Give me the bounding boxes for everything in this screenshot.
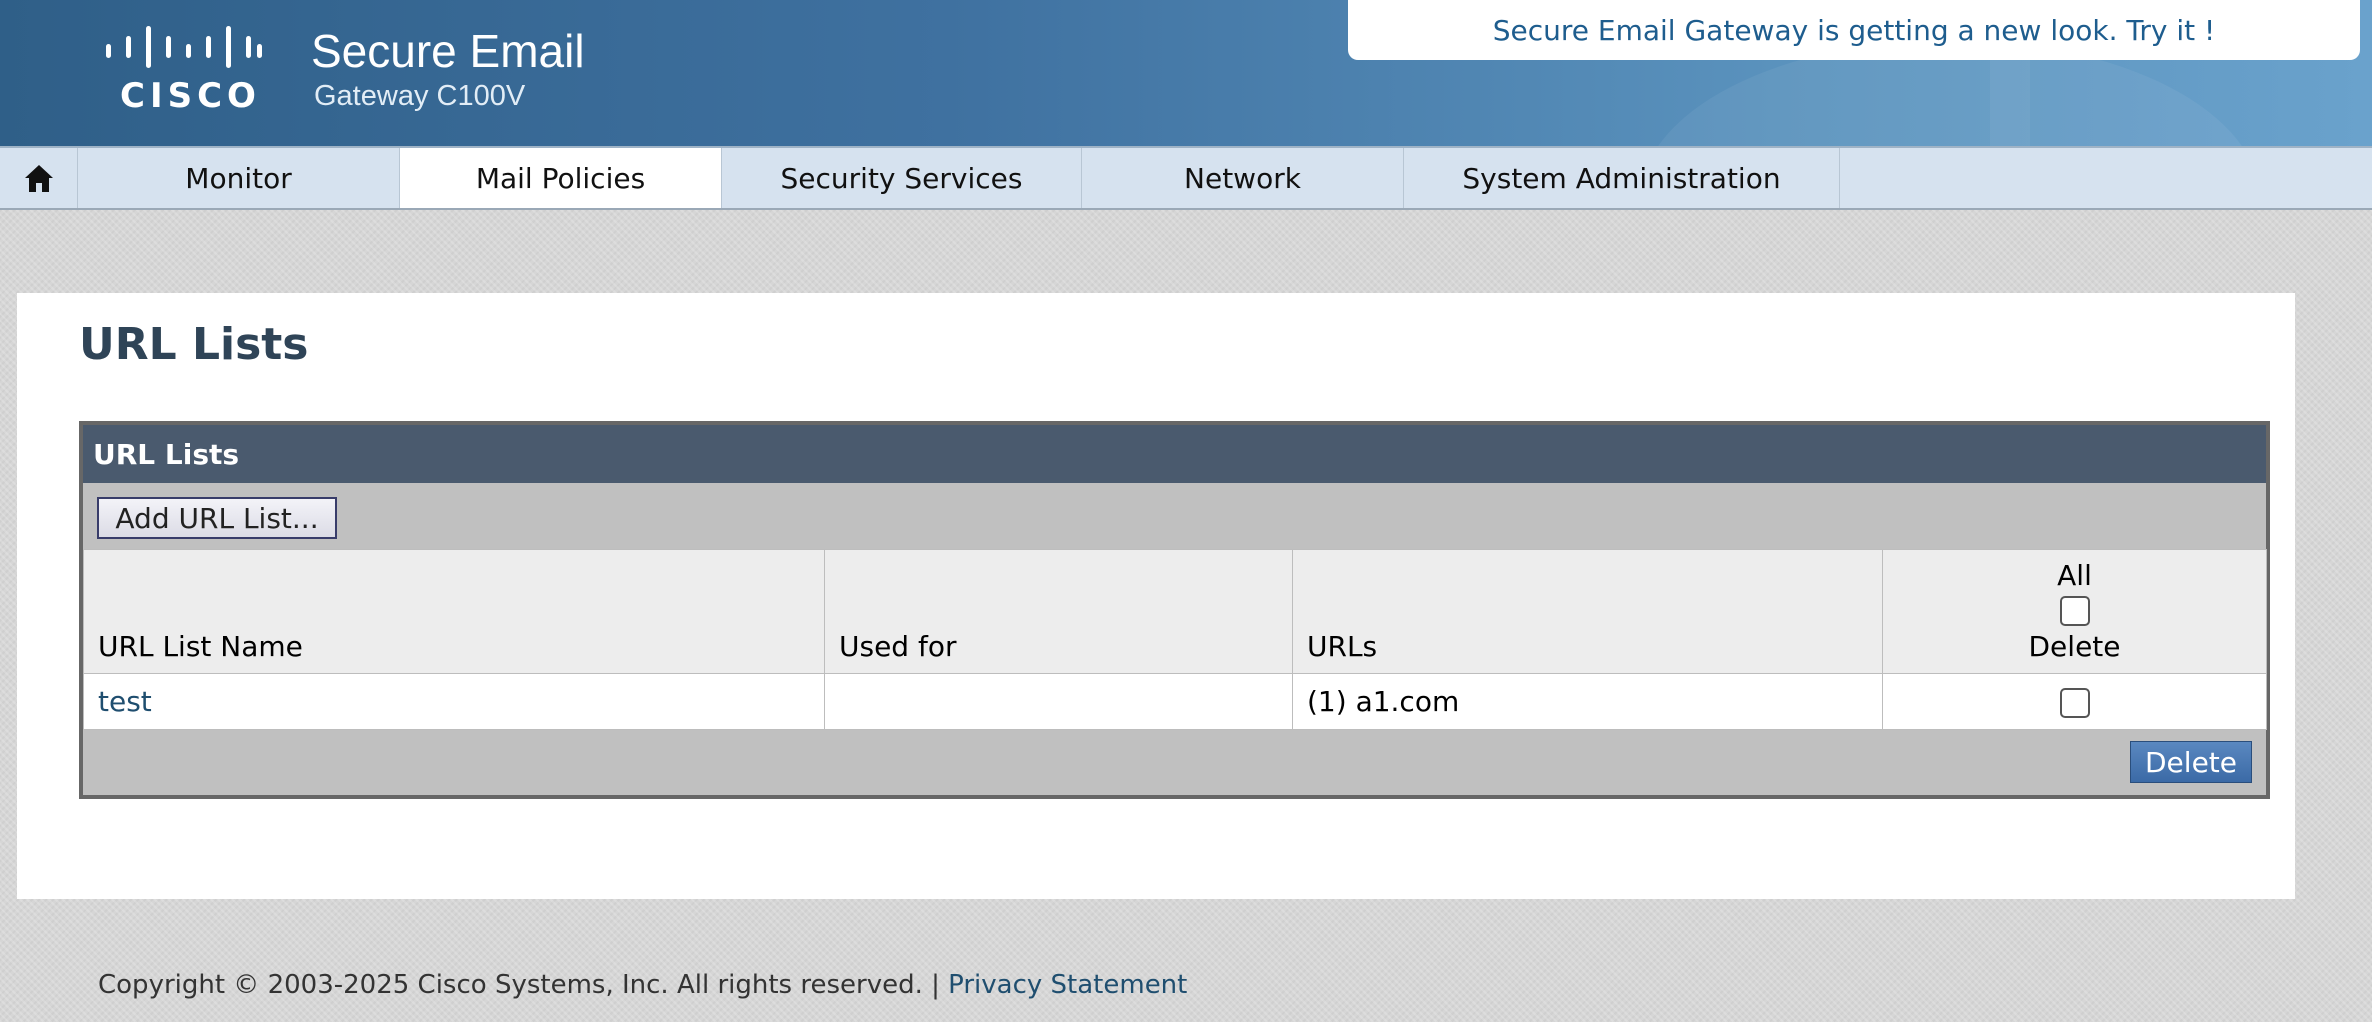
url-lists-box: URL Lists Add URL List... URL List Name …: [79, 421, 2270, 799]
app-header: CISCO Secure Email Gateway C100V Secure …: [0, 0, 2372, 146]
delete-button[interactable]: Delete: [2130, 741, 2252, 783]
privacy-statement-link[interactable]: Privacy Statement: [948, 970, 1187, 1000]
product-model: Gateway C100V: [314, 80, 526, 112]
column-header-urls: URLs: [1292, 549, 1883, 674]
cell-list-name: test: [83, 673, 825, 730]
new-look-banner[interactable]: Secure Email Gateway is getting a new lo…: [1348, 0, 2360, 60]
nav-network[interactable]: Network: [1082, 148, 1404, 208]
content-panel: URL Lists URL Lists Add URL List... URL …: [17, 293, 2295, 899]
column-header-used-for: Used for: [824, 549, 1293, 674]
add-url-list-button[interactable]: Add URL List...: [97, 497, 337, 539]
table-header-row: URL List Name Used for URLs All Delete: [83, 549, 2267, 674]
cell-delete: [1882, 673, 2267, 730]
select-all-checkbox[interactable]: [2059, 596, 2090, 626]
home-icon: [24, 165, 53, 192]
delete-column-label: Delete: [2028, 630, 2121, 663]
cisco-wordmark: CISCO: [120, 76, 261, 116]
nav-system-administration[interactable]: System Administration: [1404, 148, 1840, 208]
select-all-label: All: [2057, 559, 2092, 592]
product-name: Secure Email: [311, 25, 585, 77]
url-lists-table: URL List Name Used for URLs All Delete t…: [83, 549, 2267, 730]
nav-home[interactable]: [0, 148, 78, 208]
cisco-logo: CISCO: [106, 24, 262, 116]
table-row: test (1) a1.com: [83, 673, 2267, 730]
page-title: URL Lists: [79, 319, 309, 370]
footer: Copyright © 2003-2025 Cisco Systems, Inc…: [98, 970, 1187, 1000]
url-list-link[interactable]: test: [98, 685, 152, 718]
nav-security-services[interactable]: Security Services: [722, 148, 1082, 208]
nav-monitor[interactable]: Monitor: [78, 148, 400, 208]
url-lists-box-heading: URL Lists: [83, 425, 2266, 483]
copyright-text: Copyright © 2003-2025 Cisco Systems, Inc…: [98, 970, 940, 1000]
row-delete-checkbox[interactable]: [2059, 688, 2090, 718]
cisco-bars-icon: [106, 26, 262, 68]
cell-used-for: [824, 673, 1293, 730]
column-header-delete: All Delete: [1882, 549, 2267, 674]
cell-urls: (1) a1.com: [1292, 673, 1883, 730]
nav-mail-policies[interactable]: Mail Policies: [400, 148, 722, 208]
column-header-name: URL List Name: [83, 549, 825, 674]
main-nav: Monitor Mail Policies Security Services …: [0, 146, 2372, 210]
